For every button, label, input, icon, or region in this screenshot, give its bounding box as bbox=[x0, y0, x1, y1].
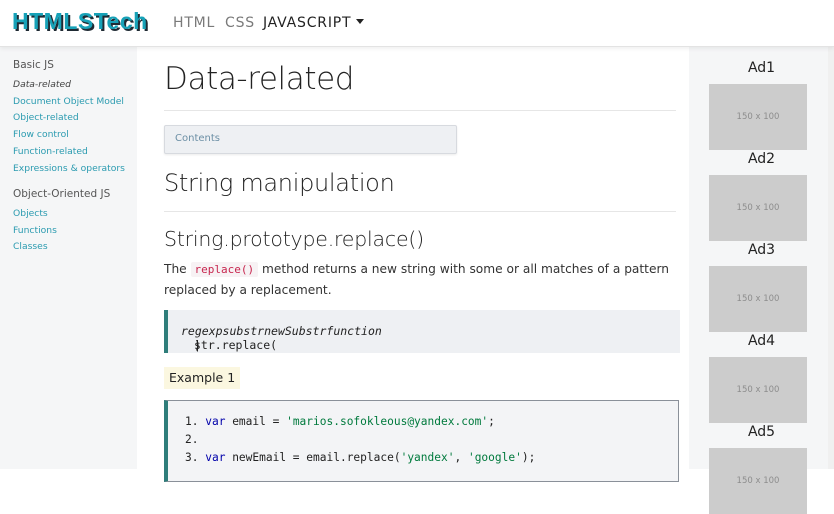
nav-dropdown-javascript[interactable]: JAVASCRIPT bbox=[263, 15, 365, 31]
sidebar-item-data-related[interactable]: Data-related bbox=[13, 79, 71, 90]
sidebar-item-function-related[interactable]: Function-related bbox=[13, 146, 88, 157]
nav-link-css[interactable]: CSS bbox=[225, 15, 255, 31]
page-scrollbar[interactable] bbox=[828, 47, 834, 469]
top-navbar: HTMLSTech HTML CSS JAVASCRIPT bbox=[0, 0, 834, 47]
nav-link-html[interactable]: HTML bbox=[173, 15, 215, 31]
example-label: Example 1 bbox=[164, 367, 241, 389]
ad-title: Ad1 bbox=[747, 60, 776, 76]
sidebar-item-classes[interactable]: Classes bbox=[13, 241, 48, 252]
ad-title: Ad4 bbox=[747, 333, 776, 349]
code-example-block: 1. var email = 'marios.sofokleous@yandex… bbox=[164, 400, 679, 482]
syntax-signature-block: str.replace(regexp | substr, newSubstr | fun… bbox=[164, 310, 680, 353]
ad-placeholder[interactable]: 150 x 100 bbox=[709, 448, 807, 514]
syntax-signature-text: str.replace(regexp | substr, newSubstr | fun… bbox=[181, 324, 382, 352]
main-content: Data-related Contents String manipulatio… bbox=[137, 47, 689, 482]
section-title: String manipulation bbox=[164, 169, 395, 197]
ads-sidebar: Ad1 150 x 100 Ad2 150 x 100 Ad3 150 x 10… bbox=[689, 47, 834, 514]
sidebar-item-flow-control[interactable]: Flow control bbox=[13, 129, 69, 140]
inline-code-replace: replace() bbox=[190, 262, 259, 277]
sidebar-item-expressions[interactable]: Expressions & operators bbox=[13, 163, 125, 174]
sidebar-item-functions[interactable]: Functions bbox=[13, 225, 57, 236]
code-line: 1. var email = 'marios.sofokleous@yandex… bbox=[185, 415, 495, 428]
ad-placeholder[interactable]: 150 x 100 bbox=[709, 84, 807, 150]
code-line: 2. bbox=[185, 433, 199, 446]
ad-placeholder[interactable]: 150 x 100 bbox=[709, 357, 807, 423]
ad-title: Ad3 bbox=[747, 242, 776, 258]
title-divider bbox=[164, 110, 676, 111]
ad-placeholder[interactable]: 150 x 100 bbox=[709, 266, 807, 332]
sidebar-heading-basic-js: Basic JS bbox=[13, 59, 54, 71]
ad-placeholder[interactable]: 150 x 100 bbox=[709, 175, 807, 241]
sidebar-item-objects[interactable]: Objects bbox=[13, 208, 48, 219]
code-line: 3. var newEmail = email.replace('yandex'… bbox=[185, 451, 536, 464]
left-sidebar: Basic JS Data-related Document Object Mo… bbox=[0, 47, 137, 469]
caret-down-icon bbox=[356, 18, 365, 24]
subsection-title: String.prototype.replace() bbox=[164, 227, 424, 251]
sidebar-item-object-related[interactable]: Object-related bbox=[13, 112, 79, 123]
sidebar-item-dom[interactable]: Document Object Model bbox=[13, 96, 124, 107]
contents-toggle[interactable]: Contents bbox=[164, 125, 457, 154]
section-divider bbox=[164, 211, 676, 212]
contents-label: Contents bbox=[175, 133, 220, 144]
nav-link-javascript-label: JAVASCRIPT bbox=[263, 15, 352, 31]
brand-logo[interactable]: HTMLSTech bbox=[12, 8, 148, 35]
ad-title: Ad5 bbox=[747, 424, 776, 440]
ad-title: Ad2 bbox=[747, 151, 776, 167]
description-paragraph: The replace() method returns a new strin… bbox=[164, 262, 669, 297]
page-title: Data-related bbox=[164, 61, 355, 97]
sidebar-heading-oop: Object-Oriented JS bbox=[13, 188, 111, 200]
